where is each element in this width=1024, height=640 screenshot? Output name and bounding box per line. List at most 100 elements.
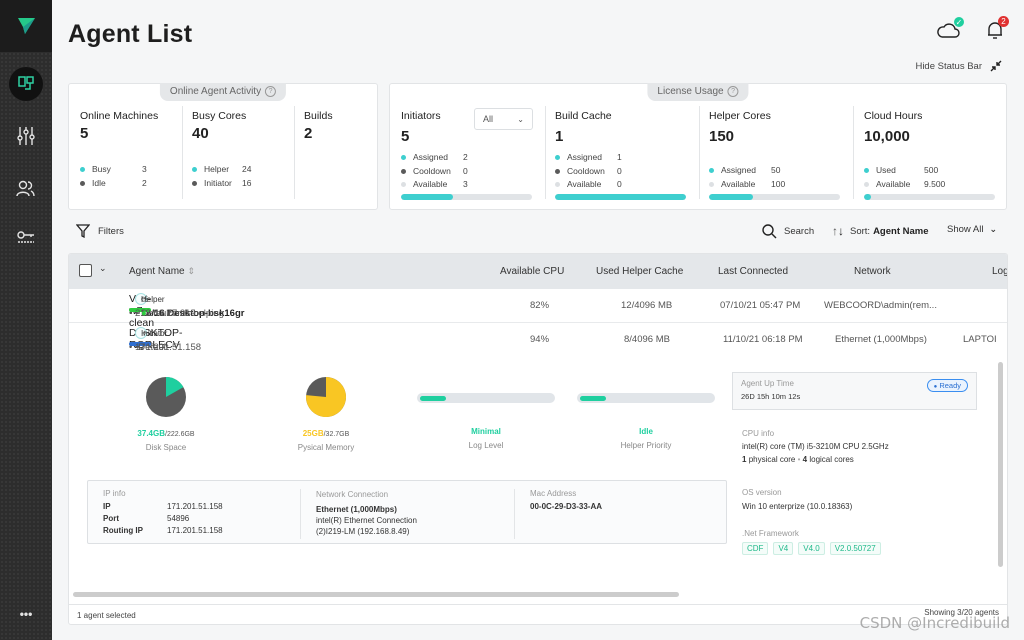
builds-stat: Builds 2 — [304, 110, 333, 142]
legend-label: Used — [876, 165, 896, 175]
helper-priority-label: Helper Priority — [620, 441, 672, 450]
cloud-status-button[interactable]: ✓ — [936, 17, 964, 44]
memory-label: Pysical Memory — [297, 443, 355, 452]
expand-all-chevron-icon[interactable]: ⌄ — [99, 263, 107, 274]
brand-logo-icon — [18, 18, 35, 34]
memory-used: 25GB — [302, 429, 324, 438]
net-framework-heading: .Net Framework — [742, 529, 799, 538]
legend-label: Assigned — [567, 152, 602, 162]
sort-icon: ↑↓ — [832, 224, 844, 238]
horizontal-scrollbar[interactable] — [73, 592, 679, 597]
build-cache-usage-bar — [555, 194, 686, 200]
online-machines-legend: Busy 3 Idle 2 — [80, 163, 147, 190]
sort-button[interactable]: ↑↓ Sort: Agent Name — [832, 224, 929, 238]
more-button[interactable]: ••• — [0, 594, 52, 634]
help-icon[interactable]: ? — [265, 86, 277, 97]
disk-space-widget: 37.4GB/222.6GB Disk Space — [101, 376, 231, 452]
legend-value: 0 — [617, 179, 622, 189]
cpu-cell: 94% — [530, 334, 550, 345]
routing-ip-value: 171.201.51.158 — [167, 526, 223, 535]
online-machines-stat: Online Machines 5 — [80, 110, 158, 142]
watermark: CSDN @Incredibuild — [859, 614, 1010, 632]
routing-ip-label: Routing IP — [103, 526, 143, 535]
status-label: Ready — [939, 381, 961, 390]
ip-label: IP — [103, 502, 111, 511]
hide-status-bar-button[interactable]: Hide Status Bar — [915, 60, 1002, 72]
helper-priority-widget: Idle Helper Priority — [577, 393, 715, 450]
log-level-widget: Minimal Log Level — [417, 393, 555, 450]
agents-icon — [18, 76, 34, 90]
memory-pie — [306, 377, 347, 417]
check-icon: ✓ — [954, 17, 964, 27]
logical-cores: 4 — [802, 455, 808, 464]
legend-label: Available — [721, 178, 756, 189]
log-level-slider[interactable] — [417, 393, 555, 403]
physical-cores: 1 — [742, 455, 747, 464]
initiators-filter-select[interactable]: All ⌄ — [474, 108, 533, 130]
column-label: Agent Name — [129, 266, 185, 277]
last-connected-cell: 11/10/21 06:18 PM — [723, 334, 803, 345]
cloud-hours-stat: Cloud Hours 10,000 — [864, 110, 922, 145]
search-label: Search — [784, 226, 815, 237]
legend-label: Available — [876, 178, 911, 189]
agent-meta: • 212.40.27.219 • Default ● 16/16 cores … — [129, 308, 245, 319]
show-all-label: Show All — [947, 224, 984, 235]
network-line: intel(R) Ethernet Connection — [316, 516, 417, 525]
column-available-cpu[interactable]: Available CPU — [500, 266, 564, 277]
column-network[interactable]: Network — [854, 266, 891, 277]
status-dot-icon: ● — [933, 384, 938, 390]
sidebar-item-license[interactable] — [0, 218, 52, 258]
filter-value: All — [483, 114, 494, 124]
column-agent-name[interactable]: Agent Name ⇕ — [129, 266, 195, 277]
sidebar: ••• — [0, 0, 52, 640]
legend-label: Cooldown — [567, 165, 605, 176]
status-badge: ● Ready — [926, 379, 968, 392]
activity-tab-label: Online Agent Activity — [169, 86, 262, 97]
legend-label: Available — [413, 179, 448, 189]
disk-label: Disk Space — [145, 443, 187, 452]
online-machines-label: Online Machines — [80, 110, 159, 122]
page-title: Agent List — [68, 20, 193, 48]
column-log[interactable]: Log — [992, 266, 1007, 277]
role-badge: ✧ Initiator — [135, 327, 167, 339]
legend-value: 9.500 — [924, 178, 946, 189]
network-line: Ethernet (1,000Mbps) — [316, 505, 397, 514]
search-button[interactable]: Search — [762, 224, 814, 239]
framework-version-chip: CDF — [742, 542, 769, 555]
agent-meta: • 171.201.51.158 • Default — [129, 342, 202, 353]
select-all-checkbox[interactable] — [79, 264, 92, 277]
column-last-connected[interactable]: Last Connected — [718, 266, 788, 277]
show-all-dropdown[interactable]: Show All ⌄ — [947, 224, 997, 235]
build-cache-value: 1 — [555, 128, 564, 145]
table-header: ⌄ Agent Name ⇕ Available CPU Used Helper… — [69, 254, 1007, 289]
collapse-icon — [990, 60, 1002, 72]
license-tab-label: License Usage — [657, 86, 724, 97]
agent-table: ⌄ Agent Name ⇕ Available CPU Used Helper… — [68, 253, 1008, 625]
filters-button[interactable]: Filters — [76, 224, 124, 238]
notifications-button[interactable]: 2 — [986, 16, 1009, 45]
cpu-heading: CPU info — [742, 429, 775, 438]
online-machines-value: 5 — [80, 125, 89, 142]
sidebar-item-settings[interactable] — [0, 116, 52, 156]
build-cache-stat: Build Cache 1 — [555, 110, 612, 145]
help-icon[interactable]: ? — [727, 86, 739, 97]
logical-cores-label: logical cores — [809, 455, 854, 464]
mac-value: 00-0C-29-D3-33-AA — [530, 502, 603, 511]
helper-cores-stat: Helper Cores 150 — [709, 110, 771, 145]
helper-priority-slider[interactable] — [577, 393, 715, 403]
role-label: Helper — [141, 294, 165, 304]
disk-space-pie — [146, 377, 186, 417]
sidebar-item-agents[interactable] — [0, 64, 52, 104]
legend-label: Busy — [92, 164, 111, 174]
column-used-helper-cache[interactable]: Used Helper Cache — [596, 266, 683, 277]
helper-cores-label: Helper Cores — [709, 110, 771, 122]
legend-value: 3 — [463, 179, 468, 189]
chevron-down-icon: ⌄ — [517, 114, 524, 124]
table-row[interactable]: Vmt-w7-clean⟳Helper • 212.40.27.219 • De… — [69, 289, 1007, 329]
sidebar-item-users[interactable] — [0, 168, 52, 208]
table-row[interactable]: DESKTOP-RQRLECV ✧ Initiator • 171.201.51.1… — [69, 323, 1007, 357]
vertical-scrollbar[interactable] — [998, 362, 1003, 567]
build-cache-legend: Assigned 1 Cooldown 0 Available 0 — [555, 151, 622, 192]
main-content: Agent List ✓ 2 Hide Status Bar Online Ag… — [52, 0, 1024, 640]
ip-info-heading: IP info — [103, 489, 126, 498]
